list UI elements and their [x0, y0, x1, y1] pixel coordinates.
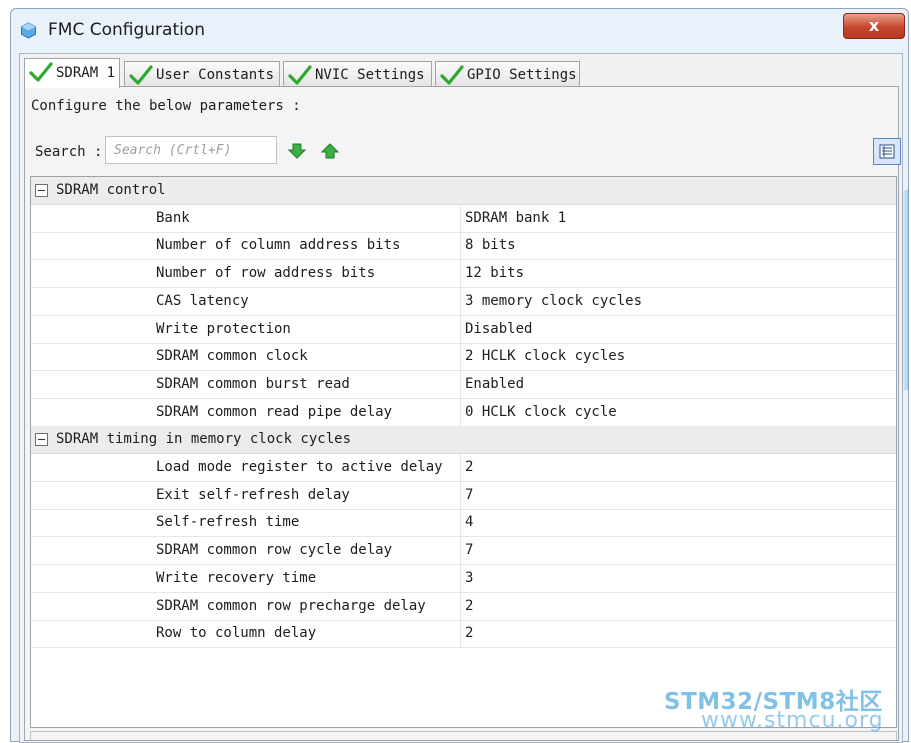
tab-user-constants[interactable]: User Constants: [124, 61, 280, 87]
parameter-value[interactable]: 2: [465, 598, 473, 614]
parameter-name: SDRAM common row precharge delay: [156, 597, 426, 614]
close-button[interactable]: x: [843, 13, 905, 39]
column-divider: [460, 398, 461, 426]
tab-sdram-1[interactable]: SDRAM 1: [24, 58, 120, 88]
column-divider: [460, 454, 461, 481]
fmc-configuration-window: FMC Configuration x SDRAM 1 User Constan…: [10, 8, 909, 743]
column-divider: [460, 287, 461, 315]
parameter-value[interactable]: Enabled: [465, 376, 524, 392]
arrow-up-icon[interactable]: [321, 143, 339, 159]
group-title: SDRAM control: [56, 182, 166, 198]
column-divider: [460, 620, 461, 648]
cube-icon: [21, 22, 36, 39]
check-icon: [440, 65, 464, 85]
parameter-row[interactable]: Load mode register to active delay 2: [31, 454, 896, 482]
search-input[interactable]: [105, 136, 277, 164]
column-divider: [460, 260, 461, 288]
parameter-row[interactable]: SDRAM common read pipe delay 0 HCLK clock…: [31, 398, 896, 427]
tab-nvic-settings[interactable]: NVIC Settings: [283, 61, 432, 87]
parameter-value[interactable]: 7: [465, 487, 473, 503]
parameter-row[interactable]: Row to column delay 2: [31, 620, 896, 649]
search-label: Search :: [35, 144, 103, 160]
column-divider: [460, 564, 461, 592]
parameter-row[interactable]: Write recovery time 3: [31, 564, 896, 593]
parameter-name: Load mode register to active delay: [156, 459, 443, 475]
tab-label: SDRAM 1: [56, 65, 116, 81]
collapse-icon[interactable]: [35, 433, 48, 447]
parameter-row[interactable]: Number of column address bits 8 bits: [31, 232, 896, 261]
parameter-row[interactable]: Exit self-refresh delay 7: [31, 481, 896, 510]
parameter-value[interactable]: Disabled: [465, 321, 532, 337]
parameter-value[interactable]: 4: [465, 514, 473, 530]
parameter-value[interactable]: 8 bits: [465, 237, 516, 253]
tab-gpio-settings[interactable]: GPIO Settings: [435, 61, 580, 87]
parameter-row[interactable]: Write protection Disabled: [31, 315, 896, 344]
parameter-name: Write protection: [156, 320, 291, 337]
parameter-name: Bank: [156, 209, 190, 226]
group-title: SDRAM timing in memory clock cycles: [56, 431, 352, 448]
collapse-icon[interactable]: [35, 184, 48, 197]
column-divider: [460, 315, 461, 343]
parameter-name: SDRAM common row cycle delay: [156, 542, 393, 559]
parameter-row[interactable]: Number of row address bits 12 bits: [31, 260, 896, 289]
parameter-row[interactable]: SDRAM common clock 2 HCLK clock cycles: [31, 343, 896, 372]
dialog-content: SDRAM 1 User Constants NVIC Settings GPI…: [19, 53, 903, 743]
parameter-name: Number of column address bits: [156, 237, 401, 254]
title-bar: FMC Configuration x: [11, 9, 908, 51]
column-divider: [460, 370, 461, 398]
list-view-icon: [879, 144, 895, 159]
column-divider: [460, 509, 461, 537]
parameter-row[interactable]: CAS latency 3 memory clock cycles: [31, 287, 896, 316]
column-divider: [460, 481, 461, 509]
parameter-value[interactable]: 2: [465, 625, 473, 641]
column-divider: [460, 343, 461, 371]
tab-panel-sdram-1: Configure the below parameters : Search …: [24, 86, 901, 741]
check-icon: [288, 65, 312, 85]
column-divider: [460, 204, 461, 232]
parameter-value[interactable]: 2: [465, 459, 473, 475]
parameter-row[interactable]: SDRAM common burst read Enabled: [31, 370, 896, 399]
parameter-name: Number of row address bits: [156, 265, 376, 282]
parameter-value[interactable]: 12 bits: [465, 265, 524, 281]
window-title: FMC Configuration: [48, 20, 206, 40]
tab-label: NVIC Settings: [315, 67, 425, 83]
parameter-name: Self-refresh time: [156, 514, 300, 531]
parameter-value[interactable]: 2 HCLK clock cycles: [465, 348, 625, 364]
column-divider: [460, 232, 461, 260]
configure-instructions: Configure the below parameters :: [31, 98, 301, 114]
parameter-name: SDRAM common read pipe delay: [156, 403, 393, 420]
column-divider: [460, 592, 461, 620]
check-icon: [29, 62, 53, 82]
parameter-grid: SDRAM control Bank SDRAM bank 1 Number of c…: [30, 176, 897, 728]
parameter-row[interactable]: SDRAM common row precharge delay 2: [31, 592, 896, 621]
parameter-value[interactable]: SDRAM bank 1: [465, 210, 566, 226]
parameter-name: Exit self-refresh delay: [156, 486, 350, 503]
watermark-url: www.stmcu.org: [701, 708, 884, 733]
tab-label: GPIO Settings: [467, 67, 577, 83]
column-divider: [460, 537, 461, 565]
parameter-name: Row to column delay: [156, 625, 317, 642]
tab-label: User Constants: [156, 67, 275, 83]
parameter-row[interactable]: Bank SDRAM bank 1: [31, 204, 896, 233]
parameter-value[interactable]: 7: [465, 542, 473, 558]
parameter-name: CAS latency: [156, 292, 249, 309]
list-view-button[interactable]: [873, 138, 901, 165]
parameter-name: Write recovery time: [156, 569, 317, 586]
group-row[interactable]: SDRAM control: [31, 177, 896, 205]
parameter-name: SDRAM common clock: [156, 348, 308, 365]
parameter-value[interactable]: 3: [465, 570, 473, 586]
parameter-name: SDRAM common burst read: [156, 375, 350, 392]
arrow-down-icon[interactable]: [288, 143, 306, 159]
parameter-value[interactable]: 3 memory clock cycles: [465, 293, 642, 309]
parameter-row[interactable]: Self-refresh time 4: [31, 509, 896, 538]
parameter-row[interactable]: SDRAM common row cycle delay 7: [31, 537, 896, 566]
background-edge: [903, 190, 909, 390]
check-icon: [129, 65, 153, 85]
parameter-value[interactable]: 0 HCLK clock cycle: [465, 404, 617, 420]
group-row[interactable]: SDRAM timing in memory clock cycles: [31, 426, 896, 455]
